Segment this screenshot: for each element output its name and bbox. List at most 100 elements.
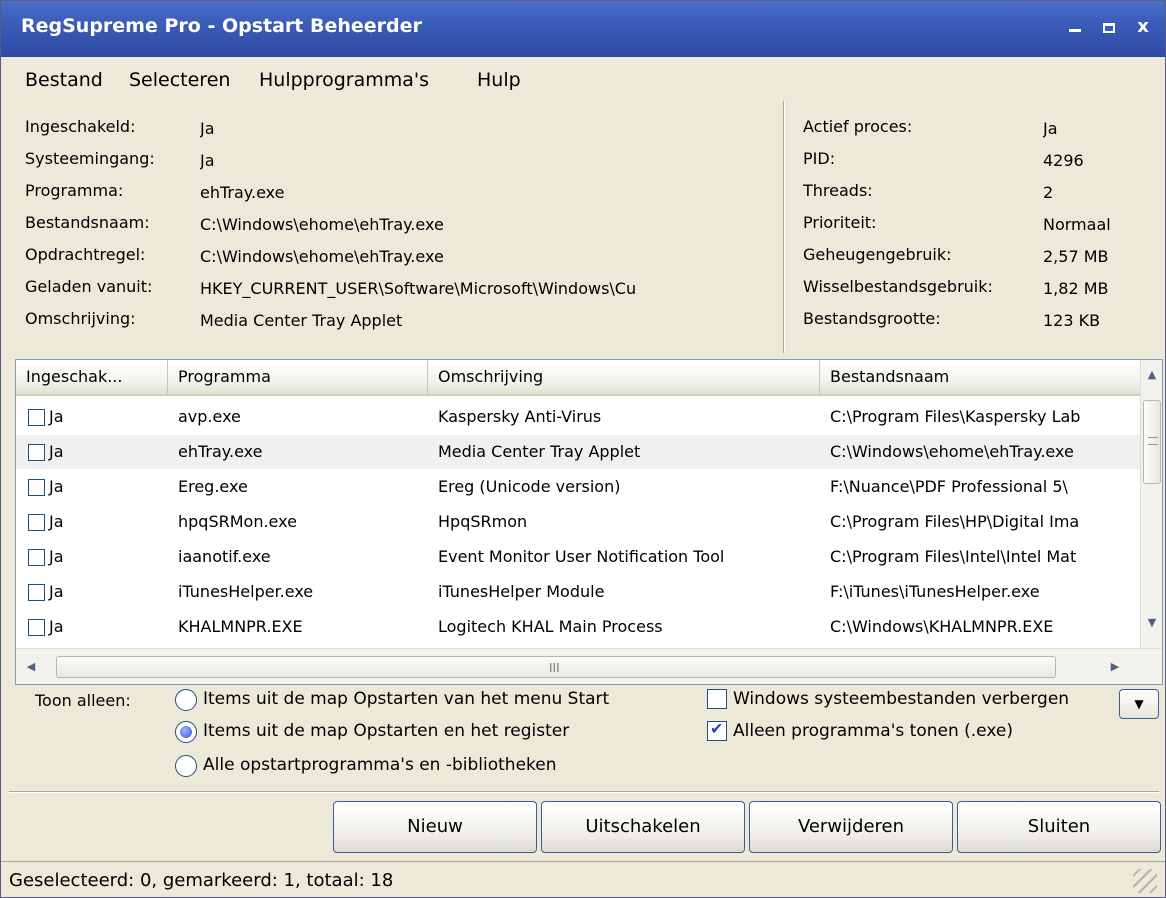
resize-grip-icon[interactable] xyxy=(1133,869,1157,893)
column-header-enabled[interactable]: Ingeschak... xyxy=(16,360,168,394)
checkbox[interactable] xyxy=(707,689,727,709)
cell-enabled: Ja xyxy=(16,505,168,539)
close-icon: x xyxy=(1137,16,1149,37)
cell-filename: F:\iTunes\iTunesHelper.exe xyxy=(830,582,1040,601)
list-header: Ingeschak... Programma Omschrijving Best… xyxy=(16,360,1140,396)
process-row: Actief proces: Ja xyxy=(803,117,1058,138)
process-label: Prioriteit: xyxy=(803,213,877,232)
table-row[interactable]: Ja hpqSRMon.exe HpqSRmon C:\Program Files\H… xyxy=(16,505,1140,539)
menu-selecteren[interactable]: Selecteren xyxy=(129,69,230,91)
detail-value: ehTray.exe xyxy=(200,183,285,202)
radio-button[interactable] xyxy=(175,721,197,743)
row-checkbox[interactable] xyxy=(28,409,45,426)
disable-button[interactable]: Uitschakelen xyxy=(541,801,745,853)
column-header-filename[interactable]: Bestandsnaam xyxy=(820,360,1140,394)
cell-enabled: Ja xyxy=(16,470,168,504)
enabled-value: Ja xyxy=(49,547,64,566)
table-row[interactable]: Ja iTunesHelper.exe iTunesHelper Module F:\… xyxy=(16,575,1140,609)
table-row[interactable]: Ja avp.exe Kaspersky Anti-Virus C:\Program … xyxy=(16,400,1140,434)
enabled-value: Ja xyxy=(49,477,64,496)
scroll-thumb[interactable] xyxy=(1143,400,1161,484)
title-bar[interactable]: RegSupreme Pro - Opstart Beheerder x xyxy=(1,1,1165,57)
new-button[interactable]: Nieuw xyxy=(333,801,537,853)
cell-description: Logitech KHAL Main Process xyxy=(438,617,663,636)
options-dropdown-button[interactable]: ▼ xyxy=(1119,689,1159,719)
window-title: RegSupreme Pro - Opstart Beheerder xyxy=(21,15,422,37)
chevron-down-icon: ▼ xyxy=(1134,697,1144,711)
status-text: Geselecteerd: 0, gemarkeerd: 1, totaal: … xyxy=(9,870,394,891)
hscroll-thumb[interactable]: III xyxy=(56,656,1056,678)
row-checkbox[interactable] xyxy=(28,479,45,496)
radio-button[interactable] xyxy=(175,755,197,777)
cell-program: avp.exe xyxy=(178,407,241,426)
remove-button[interactable]: Verwijderen xyxy=(749,801,953,853)
scroll-up-icon[interactable]: ▲ xyxy=(1141,364,1162,386)
column-header-description[interactable]: Omschrijving xyxy=(428,360,820,394)
maximize-button[interactable] xyxy=(1097,15,1121,39)
cell-filename: C:\Program Files\Intel\Intel Mat xyxy=(830,547,1077,566)
menu-bestand[interactable]: Bestand xyxy=(25,69,103,91)
enabled-value: Ja xyxy=(49,617,64,636)
status-bar: Geselecteerd: 0, gemarkeerd: 1, totaal: … xyxy=(1,861,1165,897)
row-checkbox[interactable] xyxy=(28,619,45,636)
panel-divider xyxy=(783,101,785,353)
enabled-value: Ja xyxy=(49,442,64,461)
checkbox[interactable] xyxy=(707,719,727,741)
menu-bar: Bestand Selecteren Hulpprogramma's Hulp xyxy=(1,61,1165,101)
detail-label: Omschrijving: xyxy=(25,309,136,328)
cell-enabled: Ja xyxy=(16,575,168,609)
menu-hulp[interactable]: Hulp xyxy=(477,69,521,91)
process-row: Wisselbestandsgebruik: 1,82 MB xyxy=(803,277,1109,298)
cell-description: HpqSRmon xyxy=(438,512,528,531)
detail-row: Ingeschakeld: Ja xyxy=(25,117,215,138)
cell-filename: C:\Windows\KHALMNPR.EXE xyxy=(830,617,1054,636)
detail-label: Bestandsnaam: xyxy=(25,213,150,232)
table-row[interactable]: Ja Ereg.exe Ereg (Unicode version) F:\Nuanc… xyxy=(16,470,1140,504)
process-label: Threads: xyxy=(803,181,873,200)
process-value: Ja xyxy=(1043,119,1058,138)
cell-program: Ereg.exe xyxy=(178,477,248,496)
close-dialog-button[interactable]: Sluiten xyxy=(957,801,1161,853)
table-row[interactable]: Ja KHALMNPR.EXE Logitech KHAL Main Process… xyxy=(16,610,1140,644)
cell-enabled: Ja xyxy=(16,400,168,434)
process-label: Geheugengebruik: xyxy=(803,245,952,264)
row-checkbox[interactable] xyxy=(28,444,45,461)
minimize-icon xyxy=(1069,29,1081,32)
cell-enabled: Ja xyxy=(16,610,168,644)
menu-hulpprogrammas[interactable]: Hulpprogramma's xyxy=(259,69,429,91)
detail-label: Opdrachtregel: xyxy=(25,245,146,264)
scroll-right-icon[interactable]: ▶ xyxy=(1104,649,1126,684)
scroll-down-icon[interactable]: ▼ xyxy=(1141,612,1162,634)
process-label: Wisselbestandsgebruik: xyxy=(803,277,993,296)
column-header-program[interactable]: Programma xyxy=(168,360,428,394)
row-checkbox[interactable] xyxy=(28,514,45,531)
minimize-button[interactable] xyxy=(1063,15,1087,39)
vertical-scrollbar[interactable]: ▲ ▼ xyxy=(1140,360,1162,648)
detail-value: HKEY_CURRENT_USER\Software\Microsoft\Win… xyxy=(200,279,637,298)
close-button[interactable]: x xyxy=(1131,15,1155,39)
scroll-left-icon[interactable]: ◀ xyxy=(20,649,42,684)
button-divider xyxy=(9,791,1159,793)
row-checkbox[interactable] xyxy=(28,549,45,566)
process-label: Bestandsgrootte: xyxy=(803,309,941,328)
enabled-value: Ja xyxy=(49,582,64,601)
process-label: PID: xyxy=(803,149,836,168)
process-value: 1,82 MB xyxy=(1043,279,1109,298)
filter-label: Toon alleen: xyxy=(35,691,131,710)
row-checkbox[interactable] xyxy=(28,584,45,601)
grip-icon xyxy=(1148,437,1158,445)
table-row[interactable]: Ja iaanotif.exe Event Monitor User Notific… xyxy=(16,540,1140,574)
detail-row: Systeemingang: Ja xyxy=(25,149,215,170)
radio-label: Items uit de map Opstarten van het menu … xyxy=(203,689,610,709)
horizontal-scrollbar[interactable]: ◀ III ▶ xyxy=(16,648,1162,684)
process-row: Geheugengebruik: 2,57 MB xyxy=(803,245,1109,266)
cell-enabled: Ja xyxy=(16,435,168,469)
radio-button[interactable] xyxy=(175,689,197,711)
process-row: Threads: 2 xyxy=(803,181,1053,202)
detail-value: C:\Windows\ehome\ehTray.exe xyxy=(200,247,444,266)
cell-filename: F:\Nuance\PDF Professional 5\ xyxy=(830,477,1068,496)
cell-description: Ereg (Unicode version) xyxy=(438,477,621,496)
table-row[interactable]: Ja ehTray.exe Media Center Tray Applet C:\W… xyxy=(16,435,1140,469)
startup-list[interactable]: Ingeschak... Programma Omschrijving Best… xyxy=(15,359,1163,685)
detail-label: Geladen vanuit: xyxy=(25,277,153,296)
